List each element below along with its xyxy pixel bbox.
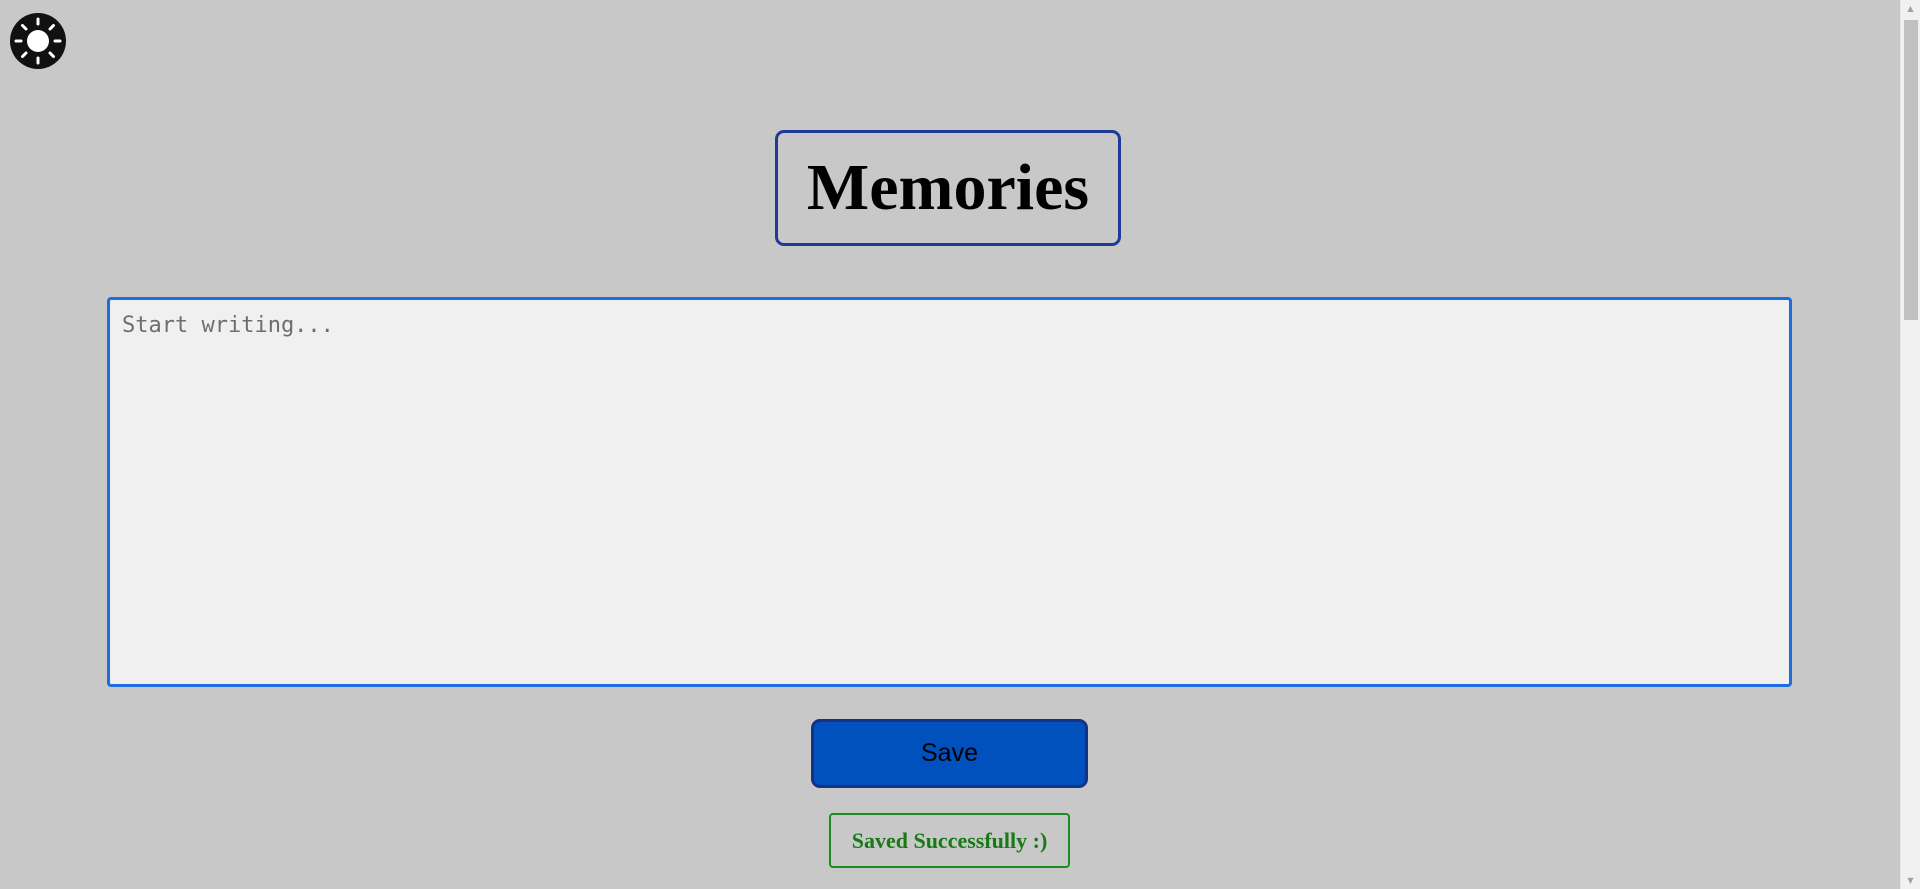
save-status-message: Saved Successfully :) [829,813,1070,868]
scrollbar-thumb[interactable] [1904,20,1918,320]
sun-icon [10,13,66,69]
page-title: Memories [806,151,1090,224]
save-button[interactable]: Save [811,719,1088,788]
scroll-up-arrow-icon[interactable]: ▲ [1901,0,1920,17]
scroll-down-arrow-icon[interactable]: ▼ [1901,872,1920,889]
vertical-scrollbar[interactable]: ▲ ▼ [1900,0,1920,889]
title-box: Memories [775,130,1121,246]
theme-toggle-button[interactable] [10,13,66,69]
memory-textarea[interactable] [107,297,1792,687]
